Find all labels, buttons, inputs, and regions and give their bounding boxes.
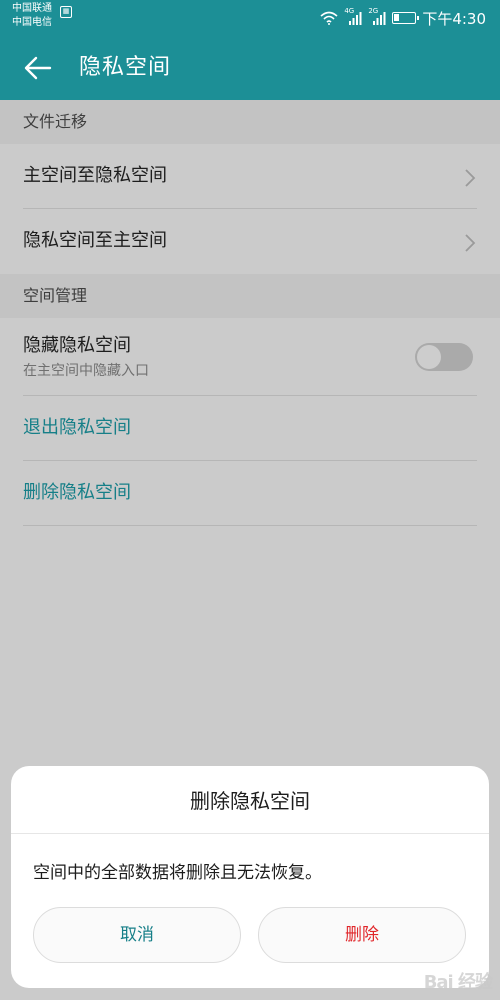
watermark: Bai 经验 [423, 972, 493, 993]
section-header-file-migration: 文件迁移 [0, 100, 500, 144]
row-hide-private-space[interactable]: 隐藏隐私空间 在主空间中隐藏入口 [0, 318, 500, 396]
dialog-title: 删除隐私空间 [190, 789, 310, 813]
cancel-button[interactable]: 取消 [33, 907, 241, 963]
clock: 下午4:30 [422, 9, 486, 28]
signal-icon: 4G [344, 7, 362, 25]
dialog-message: 空间中的全部数据将删除且无法恢复。 [33, 863, 322, 883]
app-bar: 隐私空间 [0, 36, 500, 100]
dialog-divider [11, 833, 489, 834]
arrow-left-icon[interactable] [22, 52, 54, 84]
hide-space-toggle[interactable] [415, 343, 473, 371]
row-private-to-main[interactable]: 隐私空间至主空间 [0, 209, 500, 274]
chevron-right-icon [465, 169, 476, 187]
sim-icon: ▦ [60, 6, 72, 18]
exit-private-space-link[interactable]: 退出隐私空间 [23, 416, 131, 440]
delete-button[interactable]: 删除 [258, 907, 466, 963]
row-exit-private-space[interactable]: 退出隐私空间 [0, 396, 500, 461]
status-bar: 中国联通 中国电信 ▦ 4G 2G 下午4:30 [0, 0, 500, 36]
chevron-right-icon [465, 234, 476, 252]
battery-icon [392, 12, 420, 24]
delete-confirm-dialog: 删除隐私空间 空间中的全部数据将删除且无法恢复。 取消 删除 [11, 766, 489, 988]
status-icons: 4G 2G 下午4:30 [320, 7, 486, 28]
row-label: 隐藏隐私空间 [23, 335, 131, 356]
row-label: 隐私空间至主空间 [23, 230, 167, 251]
signal-icon: 2G [368, 7, 386, 25]
row-label: 主空间至隐私空间 [23, 165, 167, 186]
row-subtitle: 在主空间中隐藏入口 [23, 363, 149, 379]
page-title: 隐私空间 [79, 55, 172, 80]
delete-private-space-link[interactable]: 删除隐私空间 [23, 481, 131, 505]
row-main-to-private[interactable]: 主空间至隐私空间 [0, 144, 500, 209]
divider [23, 525, 477, 526]
toggle-knob [417, 345, 441, 369]
carrier-name-1: 中国联通 [12, 3, 52, 14]
row-delete-private-space[interactable]: 删除隐私空间 [0, 461, 500, 526]
wifi-icon [320, 11, 338, 25]
carrier-name-2: 中国电信 [12, 17, 52, 28]
section-header-space-management: 空间管理 [0, 274, 500, 318]
